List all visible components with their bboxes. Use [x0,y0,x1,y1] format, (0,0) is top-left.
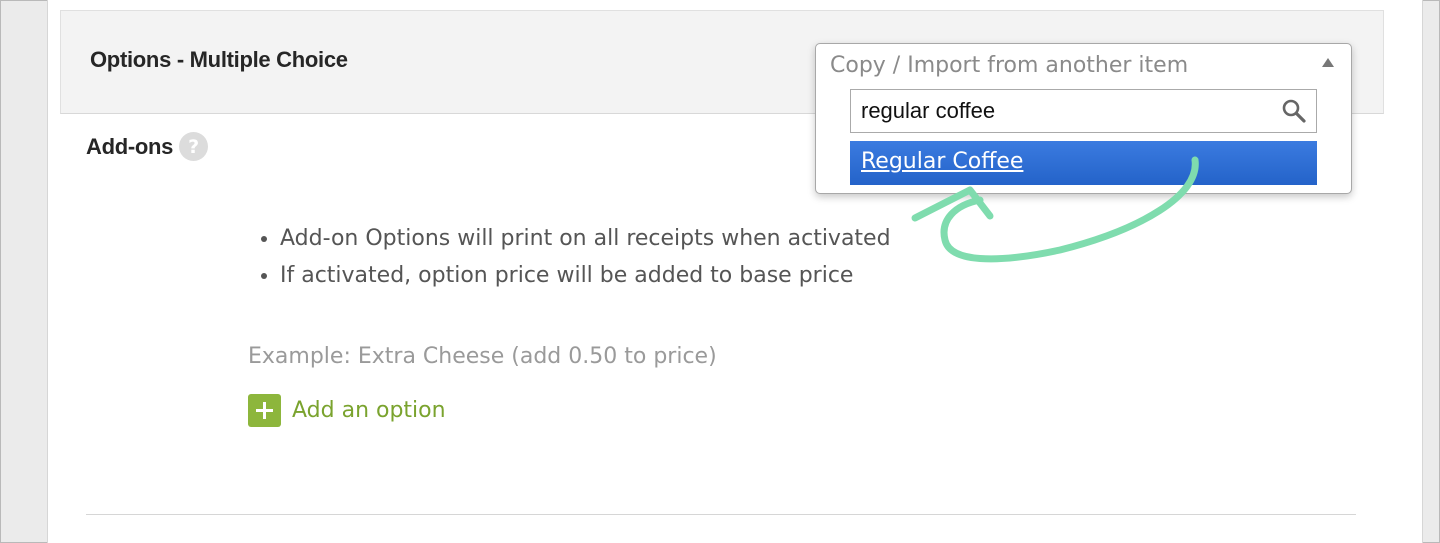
divider [86,514,1356,515]
list-item: Add-on Options will print on all receipt… [280,220,891,257]
addons-label: Add-ons [86,133,174,159]
dropdown-header[interactable]: Copy / Import from another item [830,53,1188,78]
info-bullet-list: Add-on Options will print on all receipt… [248,220,891,294]
result-label[interactable]: Regular Coffee [861,149,1023,174]
caret-up-icon[interactable] [1322,58,1334,67]
search-input[interactable] [851,90,1271,132]
add-option-label[interactable]: Add an option [292,398,446,423]
plus-icon[interactable] [248,394,281,427]
add-option-button[interactable]: Add an option [248,394,446,427]
help-icon[interactable]: ? [179,132,209,161]
dropdown-result-item[interactable]: Regular Coffee [850,141,1317,185]
list-item: If activated, option price will be added… [280,257,891,294]
example-text: Example: Extra Cheese (add 0.50 to price… [248,344,717,369]
search-icon [1282,99,1306,123]
addons-heading: Add-ons ? [86,132,209,161]
copy-import-dropdown[interactable]: Copy / Import from another item Regular … [815,43,1352,194]
search-field[interactable] [850,89,1317,133]
section-title: Options - Multiple Choice [90,47,348,72]
